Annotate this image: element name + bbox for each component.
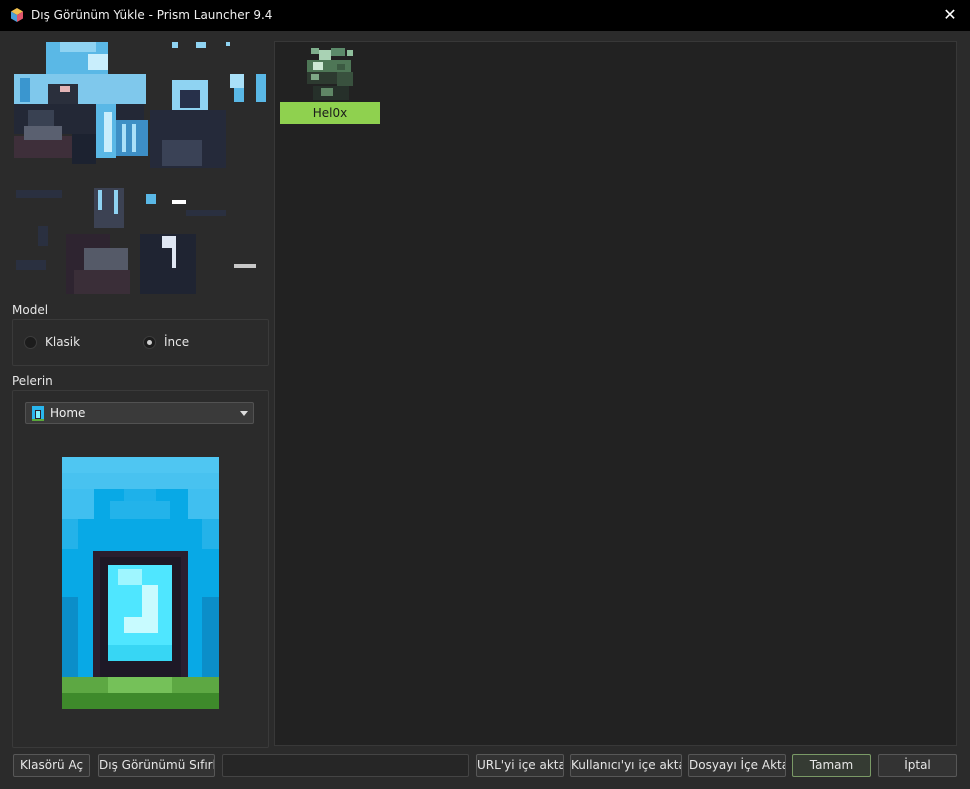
skin-preview <box>14 42 266 294</box>
skin-list[interactable]: Hel0x <box>274 41 957 746</box>
model-option-classic-label: Klasik <box>45 335 81 349</box>
window-title: Dış Görünüm Yükle - Prism Launcher 9.4 <box>31 8 273 22</box>
radio-icon <box>24 335 37 349</box>
title-bar: Dış Görünüm Yükle - Prism Launcher 9.4 ✕ <box>0 0 970 31</box>
close-icon: ✕ <box>943 5 957 24</box>
close-button[interactable]: ✕ <box>938 4 962 28</box>
cape-group-label: Pelerin <box>12 374 53 388</box>
model-option-slim-label: İnce <box>164 335 190 349</box>
import-file-button[interactable]: Dosyayı İçe Aktar <box>688 754 786 777</box>
ok-button[interactable]: Tamam <box>792 754 871 777</box>
import-user-button[interactable]: Kullanıcı'yı içe aktar <box>570 754 682 777</box>
open-folder-button[interactable]: Klasörü Aç <box>13 754 90 777</box>
model-option-classic[interactable]: Klasik <box>24 335 80 349</box>
model-option-slim[interactable]: İnce <box>143 335 189 349</box>
skin-list-item[interactable]: Hel0x <box>280 46 381 124</box>
cape-select[interactable]: Home <box>25 402 254 424</box>
model-group-label: Model <box>12 303 49 317</box>
cape-select-value: Home <box>50 406 86 420</box>
skin-name-label: Hel0x <box>280 102 380 124</box>
chevron-down-icon <box>240 411 248 416</box>
prism-launcher-icon <box>11 8 23 22</box>
cape-icon <box>32 406 44 421</box>
skin-name-input[interactable] <box>222 754 469 777</box>
import-url-button[interactable]: URL'yi içe aktar <box>476 754 564 777</box>
cape-preview <box>62 457 219 709</box>
skin-thumbnail <box>307 48 353 100</box>
cancel-button[interactable]: İptal <box>878 754 957 777</box>
radio-checked-icon <box>143 335 156 349</box>
reset-skin-button[interactable]: Dış Görünümü Sıfırla <box>98 754 215 777</box>
